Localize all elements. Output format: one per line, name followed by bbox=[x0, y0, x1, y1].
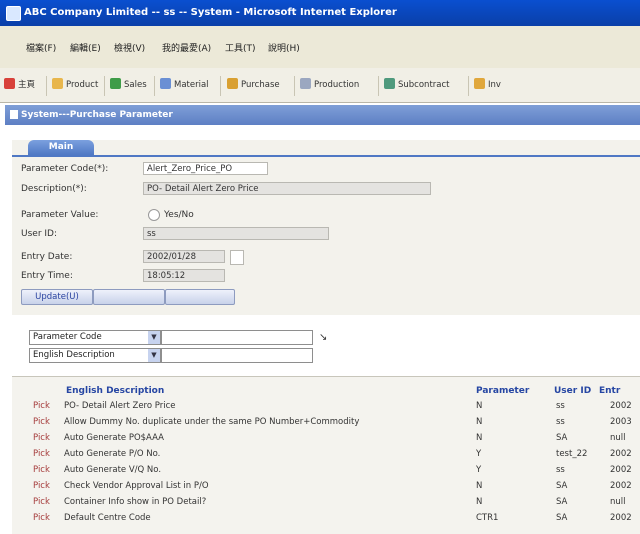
menu-edit[interactable]: 編輯(E) bbox=[70, 41, 101, 54]
user-id-field: ss bbox=[143, 227, 329, 240]
table-row[interactable]: Pick Auto Generate V/Q No. Y ss 2002 bbox=[33, 464, 640, 477]
menu-bar: 檔案(F) 編輯(E) 檢視(V) 我的最愛(A) 工具(T) 說明(H) bbox=[0, 26, 640, 69]
module-material[interactable]: Material bbox=[160, 78, 209, 94]
subcontract-icon bbox=[384, 78, 395, 89]
production-icon bbox=[300, 78, 311, 89]
col-english-description[interactable]: English Description bbox=[66, 386, 164, 396]
module-toolbar: 主頁 Product Sales Material Purchase Produ… bbox=[0, 68, 640, 103]
window-title: ABC Company Limited -- ss -- System - Mi… bbox=[24, 7, 397, 18]
ie-window-icon bbox=[6, 6, 21, 21]
table-row[interactable]: Pick Check Vendor Approval List in P/O N… bbox=[33, 480, 640, 493]
search-icon[interactable]: ↘ bbox=[319, 332, 331, 344]
product-icon bbox=[52, 78, 63, 89]
tab-underline bbox=[12, 155, 640, 157]
toolbar-button-2[interactable] bbox=[93, 289, 165, 305]
chevron-down-icon: ▼ bbox=[148, 349, 160, 362]
material-icon bbox=[160, 78, 171, 89]
window-title-bar: ABC Company Limited -- ss -- System - Mi… bbox=[0, 0, 640, 26]
module-production[interactable]: Production bbox=[300, 78, 359, 94]
update-button[interactable]: Update(U) bbox=[21, 289, 93, 305]
entry-time-label: Entry Time: bbox=[21, 271, 73, 281]
menu-tools[interactable]: 工具(T) bbox=[225, 41, 256, 54]
module-purchase[interactable]: Purchase bbox=[227, 78, 280, 94]
inventory-icon bbox=[474, 78, 485, 89]
chevron-down-icon: ▼ bbox=[148, 331, 160, 344]
toolbar-button-3[interactable] bbox=[165, 289, 235, 305]
param-value-label: Parameter Value: bbox=[21, 210, 99, 220]
description-field[interactable]: PO- Detail Alert Zero Price bbox=[143, 182, 431, 195]
table-row[interactable]: Pick Allow Dummy No. duplicate under the… bbox=[33, 416, 640, 429]
menu-favorites[interactable]: 我的最愛(A) bbox=[162, 41, 211, 54]
purchase-icon bbox=[227, 78, 238, 89]
table-row[interactable]: Pick Default Centre Code CTR1 SA 2002 bbox=[33, 512, 640, 525]
menu-file[interactable]: 檔案(F) bbox=[26, 41, 56, 54]
search-input-1[interactable] bbox=[161, 330, 313, 345]
param-code-field[interactable]: Alert_Zero_Price_PO bbox=[143, 162, 268, 175]
search-input-2[interactable] bbox=[161, 348, 313, 363]
table-row[interactable]: Pick Auto Generate P/O No. Y test_22 200… bbox=[33, 448, 640, 461]
table-row[interactable]: Pick Auto Generate PO$AAA N SA null bbox=[33, 432, 640, 445]
yes-no-label: Yes/No bbox=[164, 210, 194, 220]
module-sales[interactable]: Sales bbox=[110, 78, 147, 94]
entry-time-field: 18:05:12 bbox=[143, 269, 225, 282]
module-subcontract[interactable]: Subcontract bbox=[384, 78, 449, 94]
col-parameter[interactable]: Parameter bbox=[476, 386, 529, 396]
entry-date-field: 2002/01/28 bbox=[143, 250, 225, 263]
col-entry[interactable]: Entr bbox=[599, 386, 620, 396]
user-id-label: User ID: bbox=[21, 229, 57, 239]
param-code-label: Parameter Code(*): bbox=[21, 164, 109, 174]
section-title: System---Purchase Parameter bbox=[21, 110, 173, 120]
page-icon bbox=[10, 110, 18, 119]
table-row[interactable]: Pick PO- Detail Alert Zero Price N ss 20… bbox=[33, 400, 640, 413]
search-field-select[interactable]: Parameter Code ▼ bbox=[29, 330, 161, 345]
calendar-icon[interactable] bbox=[230, 250, 244, 265]
module-inventory[interactable]: Inv bbox=[474, 78, 501, 94]
sales-icon bbox=[110, 78, 121, 89]
search-sort-select[interactable]: English Description ▼ bbox=[29, 348, 161, 363]
col-user-id[interactable]: User ID bbox=[554, 386, 591, 396]
module-product[interactable]: Product bbox=[52, 78, 98, 94]
description-label: Description(*): bbox=[21, 184, 87, 194]
home-icon bbox=[4, 78, 15, 89]
entry-date-label: Entry Date: bbox=[21, 252, 73, 262]
table-row[interactable]: Pick Container Info show in PO Detail? N… bbox=[33, 496, 640, 509]
module-home[interactable]: 主頁 bbox=[4, 78, 35, 94]
menu-help[interactable]: 說明(H) bbox=[268, 41, 300, 54]
yes-no-radio[interactable] bbox=[148, 209, 160, 221]
menu-view[interactable]: 檢視(V) bbox=[114, 41, 145, 54]
tab-main[interactable]: Main bbox=[28, 140, 94, 155]
section-header: System---Purchase Parameter bbox=[5, 105, 640, 125]
